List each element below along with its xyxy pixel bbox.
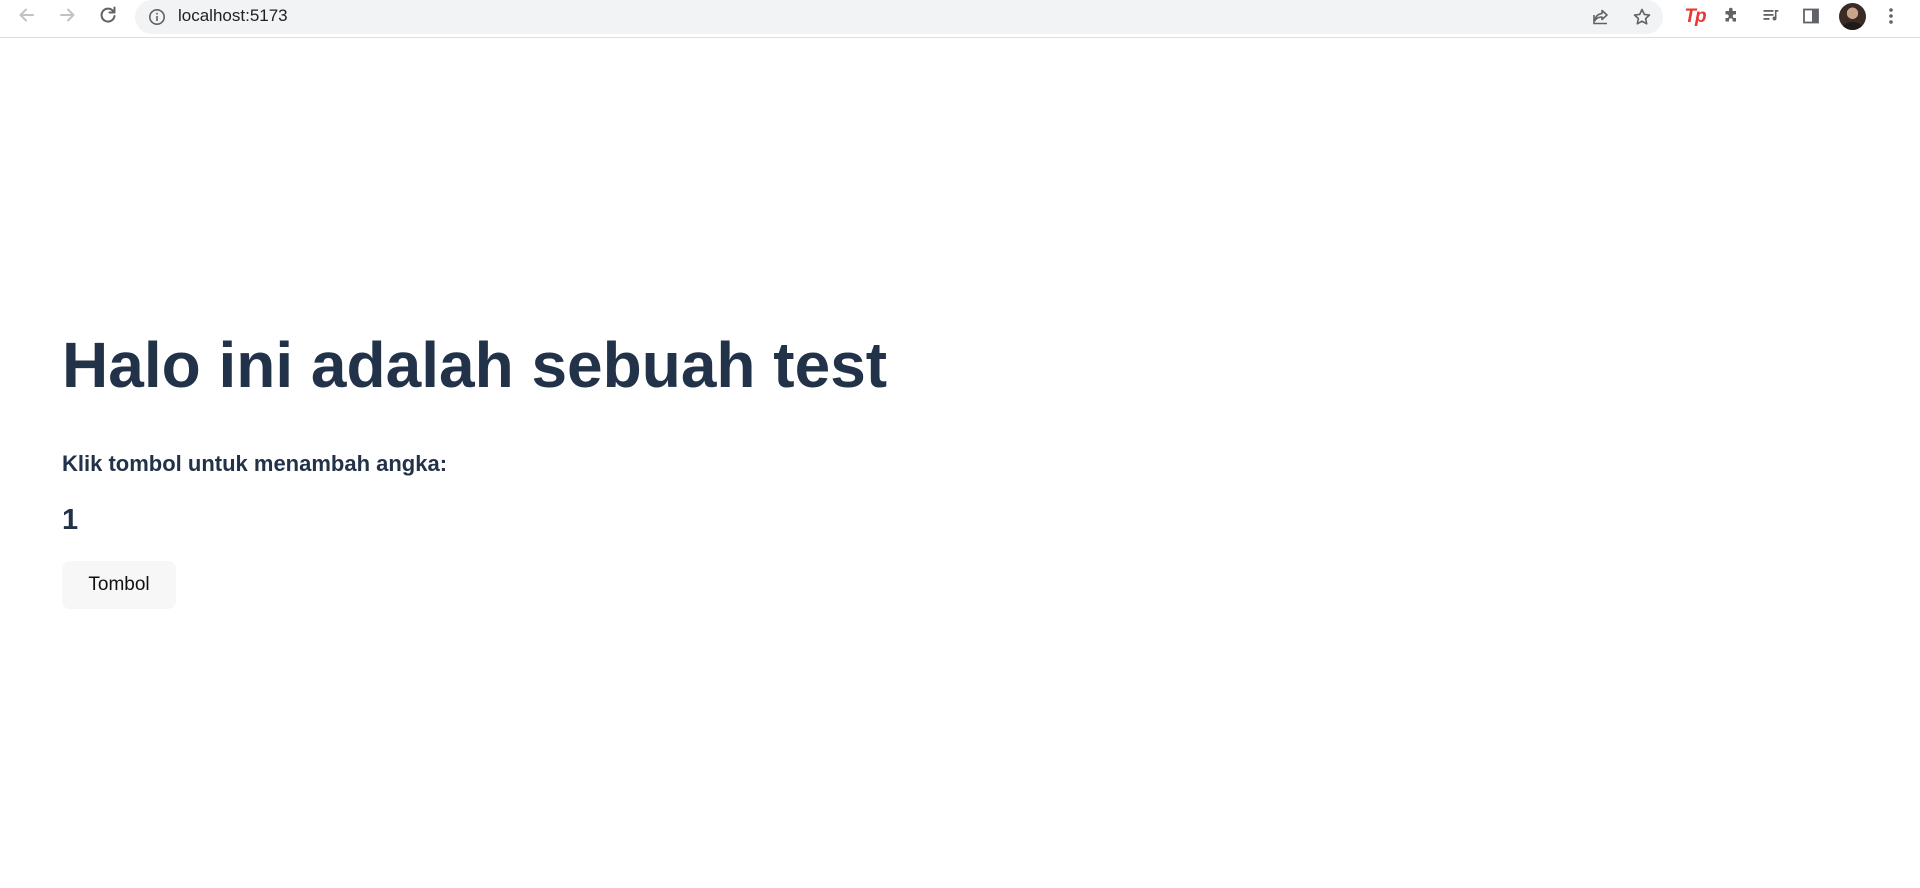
page-title: Halo ini adalah sebuah test [62, 329, 888, 401]
side-panel-icon[interactable] [1798, 3, 1824, 29]
info-icon[interactable] [147, 7, 167, 27]
reload-icon[interactable] [95, 2, 121, 28]
increment-button[interactable]: Tombol [62, 561, 176, 609]
avatar[interactable] [1839, 3, 1866, 30]
instruction-text: Klik tombol untuk menambah angka: [62, 451, 448, 476]
share-icon[interactable] [1589, 5, 1613, 29]
address-bar[interactable]: localhost:5173 [135, 0, 1663, 34]
counter-value: 1 [62, 504, 79, 536]
puzzle-icon[interactable] [1718, 3, 1744, 29]
kebab-menu-icon[interactable] [1878, 3, 1904, 29]
star-icon[interactable] [1630, 5, 1654, 29]
url-text[interactable]: localhost:5173 [178, 6, 288, 26]
browser-toolbar: localhost:5173 Tp [0, 0, 1920, 38]
page-content: Halo ini adalah sebuah test Klik tombol … [62, 38, 1920, 888]
media-queue-icon[interactable] [1758, 3, 1784, 29]
back-arrow-icon[interactable] [14, 2, 40, 28]
forward-arrow-icon[interactable] [54, 2, 80, 28]
tp-extension-icon[interactable]: Tp [1680, 3, 1710, 31]
